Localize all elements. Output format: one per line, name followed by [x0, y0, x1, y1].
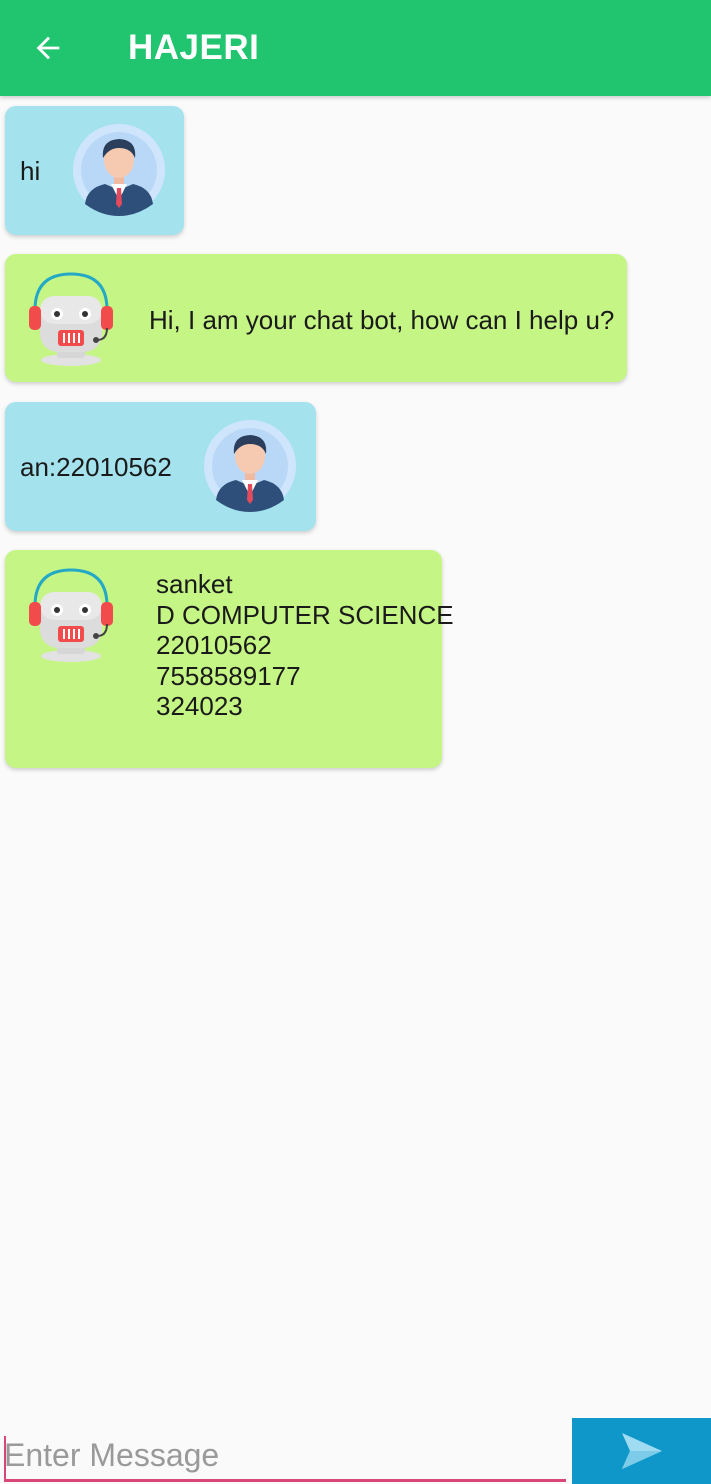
message-input[interactable]	[4, 1432, 566, 1482]
message-text: sanket D COMPUTER SCIENCE 22010562 75585…	[156, 569, 454, 722]
arrow-left-icon	[36, 36, 60, 60]
chat-screen: HAJERI hi Hi, I am your chat bot, how ca…	[0, 0, 711, 1484]
send-icon	[621, 1433, 662, 1469]
message-text: hi	[20, 156, 41, 186]
message-composer	[0, 1418, 711, 1484]
page-title: HAJERI	[128, 28, 260, 67]
send-button[interactable]	[572, 1418, 711, 1484]
robot-headset-avatar-icon	[29, 272, 113, 366]
message-line: 7558589177	[156, 660, 301, 691]
message-text: an:22010562	[20, 452, 172, 482]
message-line: sanket	[156, 569, 233, 599]
user-message-bubble: hi	[5, 106, 184, 235]
bot-message-bubble: Hi, I am your chat bot, how can I help u…	[5, 254, 627, 382]
back-button[interactable]	[18, 18, 78, 78]
bot-message-bubble: sanket D COMPUTER SCIENCE 22010562 75585…	[5, 550, 454, 768]
message-line: 324023	[156, 691, 243, 721]
businessman-avatar-icon	[204, 420, 296, 512]
businessman-avatar-icon	[73, 124, 165, 216]
robot-headset-avatar-icon	[29, 568, 113, 662]
app-toolbar: HAJERI	[0, 0, 711, 96]
message-line: 22010562	[156, 630, 272, 660]
message-text: Hi, I am your chat bot, how can I help u…	[149, 305, 615, 335]
user-message-bubble: an:22010562	[5, 402, 316, 531]
text-cursor	[4, 1436, 6, 1480]
message-line: D COMPUTER SCIENCE	[156, 599, 454, 630]
